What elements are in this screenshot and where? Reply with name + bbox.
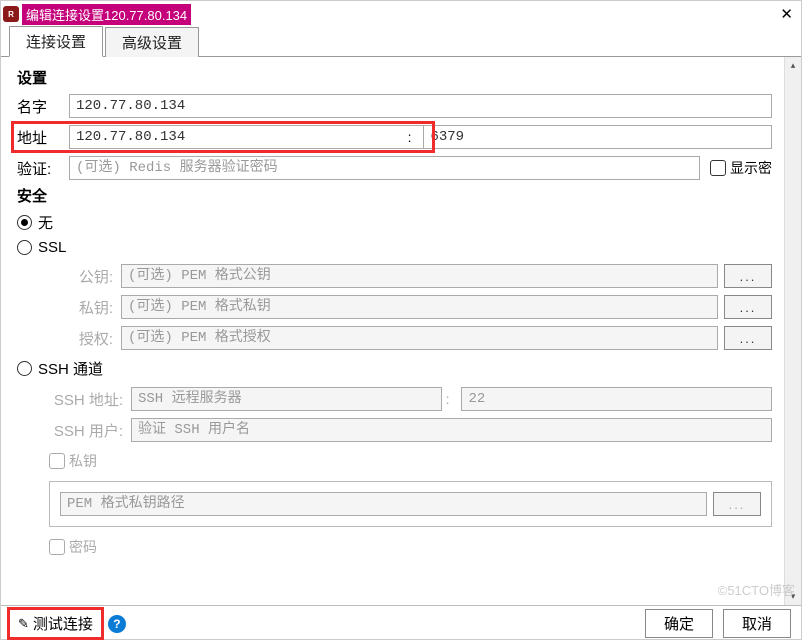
ssh-pwd-checkbox bbox=[49, 539, 65, 555]
ssh-privkey-label: 私钥 bbox=[69, 451, 97, 471]
address-port-sep: : bbox=[404, 129, 416, 145]
ssh-user-label: SSH 用户: bbox=[41, 420, 131, 441]
address-input[interactable] bbox=[69, 125, 433, 149]
ssh-addr-input bbox=[131, 387, 442, 411]
tab-connection[interactable]: 连接设置 bbox=[9, 26, 103, 57]
scroll-up-icon[interactable]: ▴ bbox=[786, 57, 801, 74]
settings-panel: 设置 名字 地址 x : 验证: 显示密 安全 bbox=[1, 57, 784, 605]
pubkey-input bbox=[121, 264, 718, 288]
privkey-browse-button[interactable]: ... bbox=[724, 295, 772, 319]
scroll-down-icon[interactable]: ▾ bbox=[786, 588, 801, 605]
test-connection-button[interactable]: ✎ 测试连接 bbox=[9, 609, 102, 638]
titlebar: R 编辑连接设置120.77.80.134 ✕ bbox=[1, 1, 801, 25]
auth-label: 验证: bbox=[17, 158, 69, 179]
address-label: 地址 bbox=[17, 127, 69, 148]
scrollbar[interactable]: ▴ ▾ bbox=[784, 57, 801, 605]
authkey-label: 授权: bbox=[41, 328, 121, 349]
radio-ssh-label: SSH 通道 bbox=[38, 358, 103, 379]
showpwd-checkbox[interactable] bbox=[710, 160, 726, 176]
pem-browse-button: ... bbox=[713, 492, 761, 516]
showpwd-label: 显示密 bbox=[730, 158, 772, 178]
app-icon: R bbox=[3, 6, 19, 22]
settings-header: 设置 bbox=[17, 67, 772, 88]
radio-ssl[interactable] bbox=[17, 240, 32, 255]
window-title: 编辑连接设置120.77.80.134 bbox=[22, 4, 191, 25]
authkey-input bbox=[121, 326, 718, 350]
ok-button[interactable]: 确定 bbox=[645, 609, 713, 638]
auth-input[interactable] bbox=[69, 156, 700, 180]
ssh-addr-label: SSH 地址: bbox=[41, 389, 131, 410]
radio-none[interactable] bbox=[17, 215, 32, 230]
pubkey-browse-button[interactable]: ... bbox=[724, 264, 772, 288]
pubkey-label: 公钥: bbox=[41, 266, 121, 287]
close-icon[interactable]: ✕ bbox=[780, 5, 791, 24]
ssh-port-input bbox=[461, 387, 772, 411]
pem-path-input bbox=[60, 492, 707, 516]
wand-icon: ✎ bbox=[18, 616, 29, 632]
ssh-pwd-label: 密码 bbox=[69, 537, 97, 557]
radio-ssh[interactable] bbox=[17, 361, 32, 376]
authkey-browse-button[interactable]: ... bbox=[724, 326, 772, 350]
ssh-privkey-checkbox bbox=[49, 453, 65, 469]
ssh-port-sep: : bbox=[442, 391, 454, 407]
help-icon[interactable]: ? bbox=[108, 615, 126, 633]
pem-path-box: ... bbox=[49, 481, 772, 527]
radio-none-label: 无 bbox=[38, 212, 53, 233]
tab-bar: 连接设置 高级设置 bbox=[1, 29, 801, 57]
privkey-label: 私钥: bbox=[41, 297, 121, 318]
name-input[interactable] bbox=[69, 94, 772, 118]
bottom-bar: ✎ 测试连接 ? 确定 取消 bbox=[1, 605, 801, 641]
radio-ssl-label: SSL bbox=[38, 239, 66, 256]
security-header: 安全 bbox=[17, 185, 772, 206]
tab-advanced[interactable]: 高级设置 bbox=[105, 27, 199, 57]
privkey-input bbox=[121, 295, 718, 319]
ssh-user-input bbox=[131, 418, 772, 442]
test-connection-label: 测试连接 bbox=[33, 613, 93, 634]
port-input[interactable] bbox=[423, 125, 772, 149]
name-label: 名字 bbox=[17, 96, 69, 117]
cancel-button[interactable]: 取消 bbox=[723, 609, 791, 638]
